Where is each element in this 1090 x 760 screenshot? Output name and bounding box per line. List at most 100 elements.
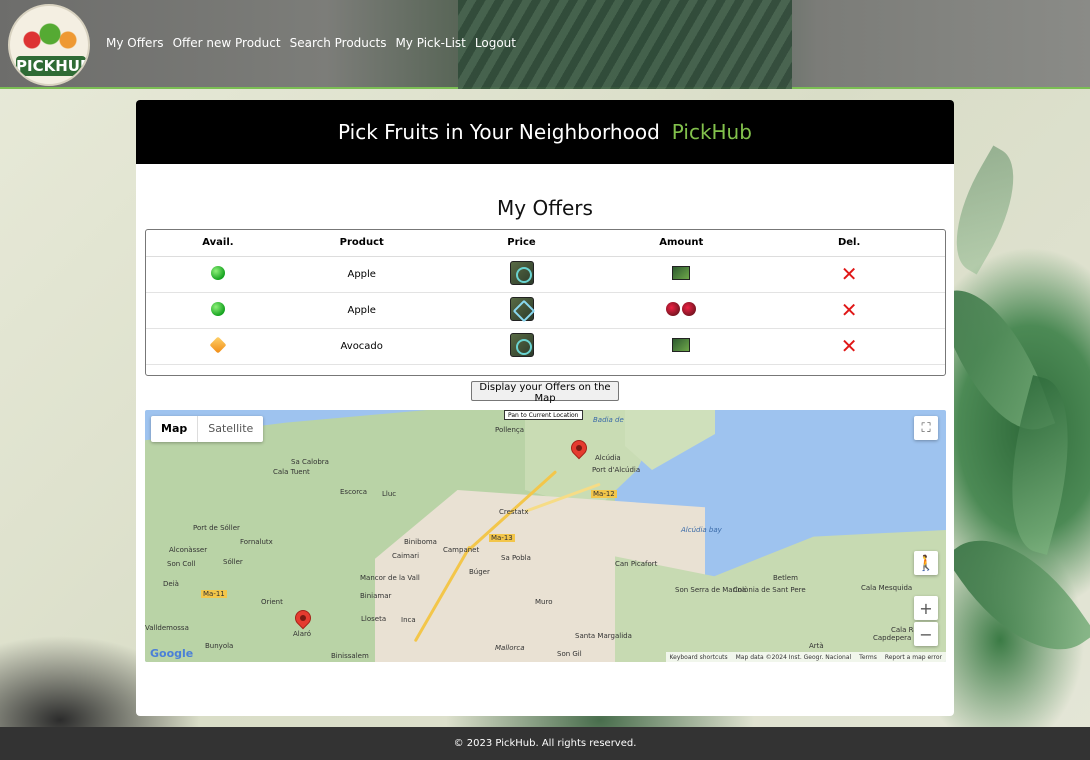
map-label: Cala Tuent [273, 468, 310, 476]
nav-my-pick-list[interactable]: My Pick-List [395, 36, 465, 50]
column-header-del: Del. [753, 230, 945, 257]
column-header-amount: Amount [609, 230, 754, 257]
pickhub-logo[interactable]: PICKHUB [8, 4, 90, 86]
report-map-error-link[interactable]: Report a map error [885, 654, 942, 661]
nav-search-products[interactable]: Search Products [290, 36, 387, 50]
map-label: Capdepera [873, 634, 912, 642]
page-title: My Offers [497, 196, 593, 220]
hero-title: Pick Fruits in Your Neighborhood [338, 120, 660, 144]
map-label: Son Coll [167, 560, 196, 568]
map-label: Alaró [293, 630, 312, 638]
delete-x-icon[interactable]: ✕ [841, 298, 858, 322]
map-label: Bunyola [205, 642, 234, 650]
fruit-icon [682, 301, 697, 316]
delete-x-icon[interactable]: ✕ [841, 334, 858, 358]
map-label: Betlem [773, 574, 798, 582]
map-label: Mallorca [495, 644, 525, 652]
map-label: Campanet [443, 546, 480, 554]
hero-banner: Pick Fruits in Your Neighborhood PickHub [136, 100, 954, 164]
top-navigation-bar: PICKHUB My Offers Offer new Product Sear… [0, 0, 1090, 89]
zoom-out-button[interactable]: − [914, 622, 938, 646]
map-label: Escorca [340, 488, 368, 496]
nav-logout[interactable]: Logout [475, 36, 516, 50]
nav-my-offers[interactable]: My Offers [106, 36, 164, 50]
copyright-text: © 2023 PickHub. All rights reserved. [453, 738, 637, 749]
display-offers-on-map-button[interactable]: Display your Offers on the Map [471, 381, 619, 404]
table-header-row: Avail. Product Price Amount Del. [146, 230, 945, 257]
page-footer: © 2023 PickHub. All rights reserved. [0, 727, 1090, 760]
map-data-text: Map data ©2024 Inst. Geogr. Nacional [735, 653, 852, 661]
map-label: Son Gil [557, 650, 582, 658]
main-panel: Pick Fruits in Your Neighborhood PickHub… [136, 100, 954, 716]
offers-table-container: Avail. Product Price Amount Del. Apple ✕ [145, 229, 946, 376]
map-label: Alconàsser [169, 546, 208, 554]
column-header-avail: Avail. [146, 230, 290, 257]
map-label: Muro [535, 598, 553, 606]
logo-text: PICKHUB [16, 56, 90, 76]
map-label: Cala Mesquida [861, 584, 913, 592]
offers-table: Avail. Product Price Amount Del. Apple ✕ [146, 230, 945, 365]
column-header-price: Price [433, 230, 610, 257]
map-label: Ma-12 [591, 490, 617, 498]
table-row: Apple ✕ [146, 256, 945, 293]
map-type-map-button[interactable]: Map [151, 416, 197, 442]
map-label: Deià [163, 580, 179, 588]
price-round-icon [509, 332, 534, 357]
map-label: Valldemossa [145, 624, 189, 632]
map-label: Mancor de la Vall [360, 574, 420, 582]
map-label: Binissalem [331, 652, 369, 660]
map-label: Alcúdia [595, 454, 621, 462]
map-label: Alcúdia bay [681, 526, 722, 534]
map-label: Port de Sóller [193, 524, 240, 532]
table-row: Apple ✕ [146, 292, 945, 329]
available-green-dot-icon [210, 301, 225, 316]
map-label: Crestatx [499, 508, 529, 516]
fruit-icon [666, 301, 681, 316]
map-label: Can Picafort [615, 560, 658, 568]
map-label: Artà [809, 642, 824, 650]
map-label: Fornalutx [240, 538, 273, 546]
map-label: Sa Calobra [291, 458, 329, 466]
offers-map[interactable]: Pollença Badia de Sa Calobra Cala Tuent … [145, 410, 946, 662]
amount-box-icon [672, 337, 691, 352]
map-label: Ma-11 [201, 590, 227, 598]
product-name: Apple [289, 256, 434, 293]
map-label: Inca [401, 616, 416, 624]
table-row: Avocado ✕ [146, 328, 945, 365]
main-nav: My Offers Offer new Product Search Produ… [106, 36, 516, 50]
map-label: Santa Margalida [575, 632, 632, 640]
pan-to-current-location-button[interactable]: Pan to Current Location [504, 410, 583, 420]
fruit-basket-icon [20, 20, 80, 54]
map-label: Pollença [495, 426, 525, 434]
map-label: Búger [469, 568, 490, 576]
map-label: Lluc [382, 490, 397, 498]
map-label: Caimari [392, 552, 420, 560]
product-name: Avocado [289, 328, 434, 365]
map-label: Lloseta [361, 615, 387, 623]
terms-link[interactable]: Terms [859, 654, 877, 661]
column-header-product: Product [289, 230, 434, 257]
hero-brand: PickHub [671, 120, 752, 144]
map-label: Ma-13 [489, 534, 515, 542]
map-label: Biniamar [360, 592, 392, 600]
delete-x-icon[interactable]: ✕ [841, 262, 858, 286]
fullscreen-icon[interactable]: ⛶ [914, 416, 938, 440]
available-orange-diamond-icon [209, 336, 227, 353]
map-label: Biniboma [404, 538, 437, 546]
keyboard-shortcuts-link[interactable]: Keyboard shortcuts [670, 654, 728, 661]
map-label: Port d'Alcúdia [592, 466, 641, 474]
available-green-dot-icon [210, 265, 225, 280]
nav-offer-new-product[interactable]: Offer new Product [173, 36, 281, 50]
product-name: Apple [289, 292, 434, 329]
google-logo[interactable]: Google [150, 647, 193, 660]
map-type-satellite-button[interactable]: Satellite [197, 416, 263, 442]
map-label: Orient [261, 598, 283, 606]
street-view-pegman-icon[interactable]: 🚶 [914, 551, 938, 575]
amount-box-icon [672, 265, 691, 280]
map-label: Colònia de Sant Pere [733, 586, 806, 594]
zoom-in-button[interactable]: + [914, 596, 938, 620]
map-type-toggle: Map Satellite [151, 416, 264, 442]
price-round-icon [509, 260, 534, 285]
map-label: Sóller [223, 558, 243, 566]
map-attribution: Keyboard shortcuts Map data ©2024 Inst. … [665, 652, 946, 662]
